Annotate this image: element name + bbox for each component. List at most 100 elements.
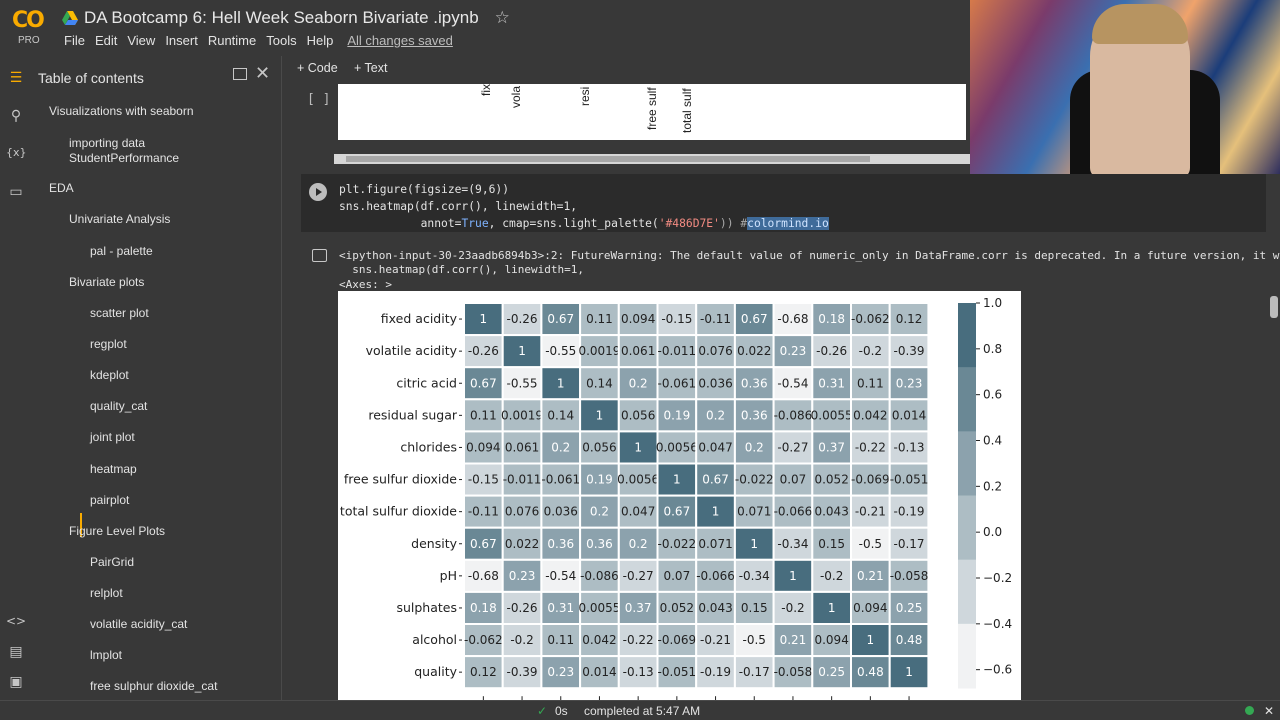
menu-file[interactable]: File (59, 32, 90, 49)
toc-item-importing-data[interactable]: importing data (69, 136, 145, 151)
toc-item-joint-plot[interactable]: joint plot (90, 430, 135, 445)
menu-edit[interactable]: Edit (90, 32, 122, 49)
cell-annotation: 0.014 (582, 665, 616, 679)
code-snippets-icon[interactable]: <> (6, 614, 26, 634)
cell-annotation: -0.39 (894, 344, 925, 358)
command-palette-icon[interactable]: ▤ (6, 644, 26, 664)
cell-annotation: -0.5 (743, 633, 766, 647)
cell-annotation: 0.36 (741, 408, 768, 422)
cell-annotation: 0.31 (818, 376, 845, 390)
colab-window: CO PRO DA Bootcamp 6: Hell Week Seaborn … (0, 0, 1280, 720)
colorbar-tick-label: −0.4 (983, 617, 1012, 631)
cell-annotation: 0.076 (698, 344, 732, 358)
toc-item-heatmap[interactable]: heatmap (90, 462, 137, 477)
toc-item-studentperformance[interactable]: StudentPerformance (69, 151, 179, 166)
cell-annotation: -0.22 (623, 633, 654, 647)
cell-annotation: 0.022 (737, 344, 771, 358)
cell-annotation: 0.0055 (578, 601, 620, 615)
status-bar: ✓ 0s completed at 5:47 AM ✕ (0, 700, 1280, 720)
notebook-scrollbar[interactable] (1270, 296, 1278, 318)
cell-annotation: 0.036 (698, 376, 732, 390)
prev-axis-label: fix (479, 84, 493, 96)
cell-annotation: 0.061 (505, 440, 539, 454)
toc-item-free-sulphur-cat[interactable]: free sulphur dioxide_cat (90, 679, 217, 694)
connection-status-dot (1245, 706, 1254, 715)
toc-item-kdeplot[interactable]: kdeplot (90, 368, 129, 383)
colorbar-segment (958, 495, 976, 561)
cell-annotation: -0.27 (777, 440, 808, 454)
toc-item-volatile-acidity-cat[interactable]: volatile acidity_cat (90, 617, 187, 632)
add-text-button[interactable]: + Text (354, 61, 387, 75)
cell-annotation: 0.2 (629, 376, 648, 390)
notebook-title[interactable]: DA Bootcamp 6: Hell Week Seaborn Bivaria… (84, 8, 479, 28)
cell-annotation: -0.15 (468, 473, 499, 487)
menu-runtime[interactable]: Runtime (203, 32, 261, 49)
save-status-link[interactable]: All changes saved (342, 32, 458, 49)
heatmap-chart: fixed acidity 1 -0.26 0.67 0.11 0.094 -0.15 -0.… (340, 296, 1012, 700)
previous-cell-run-indicator[interactable]: [ ] (307, 92, 330, 107)
row-label: volatile acidity (366, 343, 458, 358)
colorbar-tick-label: 0.8 (983, 342, 1002, 356)
prev-axis-label: total sulf (680, 88, 694, 133)
code-line-1[interactable]: plt.figure(figsize=(9,6)) (339, 183, 509, 196)
cell-annotation: 0.23 (509, 569, 536, 583)
colorbar-segment (958, 623, 976, 689)
toc-item-visualizations[interactable]: Visualizations with seaborn (49, 104, 194, 119)
add-code-button[interactable]: + Code (297, 61, 338, 75)
toc-item-pal[interactable]: pal - palette (90, 244, 153, 259)
menu-help[interactable]: Help (302, 32, 339, 49)
code-cell[interactable]: plt.figure(figsize=(9,6)) sns.heatmap(df… (301, 174, 1266, 232)
colorbar-tick-label: 0.0 (983, 525, 1002, 539)
code-line-2[interactable]: sns.heatmap(df.corr(), linewidth=1, (339, 200, 577, 213)
toc-item-lmplot[interactable]: lmplot (90, 648, 122, 663)
cell-annotation: -0.26 (816, 344, 847, 358)
cell-annotation: -0.061 (541, 473, 580, 487)
notebook-area: [ ] fix vola resi free sulf total sulf p… (283, 84, 1280, 700)
cell-annotation: -0.34 (777, 537, 808, 551)
colab-logo[interactable]: CO PRO (8, 6, 52, 50)
terminal-icon[interactable]: ▣ (6, 674, 26, 694)
cell-annotation: 0.052 (814, 473, 848, 487)
cell-annotation: 0.056 (582, 440, 616, 454)
code-line-3[interactable]: annot=True, cmap=sns.light_palette('#486… (339, 217, 829, 230)
cell-annotation: -0.061 (658, 376, 697, 390)
star-icon[interactable]: ☆ (495, 8, 510, 28)
open-in-window-icon[interactable] (233, 68, 247, 80)
cell-toolbar: + Code + Text (283, 56, 970, 84)
menu-tools[interactable]: Tools (261, 32, 301, 49)
toc-item-pairgrid[interactable]: PairGrid (90, 555, 134, 570)
search-icon[interactable]: ⚲ (6, 108, 26, 128)
run-cell-button[interactable] (309, 183, 327, 201)
toc-item-figure-level[interactable]: Figure Level Plots (69, 524, 165, 539)
cell-annotation: -0.17 (894, 537, 925, 551)
cell-annotation: 0.67 (741, 312, 768, 326)
folder-icon[interactable]: ▭ (6, 184, 26, 204)
menu-insert[interactable]: Insert (160, 32, 203, 49)
output-horizontal-scrollbar[interactable] (334, 154, 970, 164)
toc-item-univariate[interactable]: Univariate Analysis (69, 212, 170, 227)
variables-icon[interactable]: {x} (6, 146, 27, 166)
cell-annotation: 0.07 (780, 473, 807, 487)
cell-annotation: 1 (596, 408, 604, 422)
cell-annotation: 0.094 (466, 440, 500, 454)
cell-annotation: -0.2 (781, 601, 804, 615)
code-string: '#486D7E' (658, 217, 720, 230)
scrollbar-thumb[interactable] (346, 156, 870, 162)
output-options-icon[interactable] (312, 249, 327, 262)
toc-item-scatter[interactable]: scatter plot (90, 306, 149, 321)
close-status-icon[interactable]: ✕ (1264, 704, 1274, 718)
cell-annotation: 0.043 (814, 505, 848, 519)
table-of-contents-icon[interactable]: ☰ (6, 70, 26, 90)
cell-annotation: -0.2 (510, 633, 533, 647)
toc-item-bivariate[interactable]: Bivariate plots (69, 275, 144, 290)
cell-annotation: -0.55 (507, 376, 538, 390)
close-icon[interactable]: ✕ (255, 63, 270, 84)
toc-item-pairplot[interactable]: pairplot (90, 493, 129, 508)
toc-item-quality-cat[interactable]: quality_cat (90, 399, 147, 414)
toc-title: Table of contents (38, 70, 144, 86)
toc-item-eda[interactable]: EDA (49, 181, 74, 196)
menu-view[interactable]: View (122, 32, 160, 49)
toc-item-relplot[interactable]: relplot (90, 586, 123, 601)
toc-item-regplot[interactable]: regplot (90, 337, 127, 352)
axes-repr: <Axes: > (339, 278, 392, 291)
